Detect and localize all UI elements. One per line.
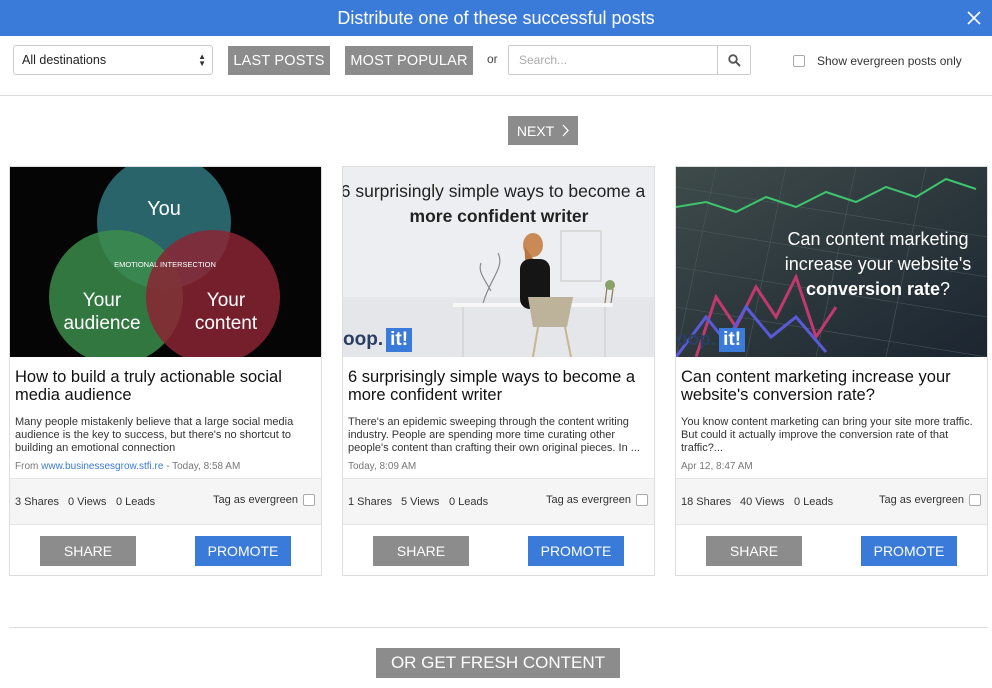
tag-evergreen-checkbox[interactable] <box>636 494 648 506</box>
tag-evergreen-label: Tag as evergreen <box>213 494 298 506</box>
tag-evergreen-label: Tag as evergreen <box>879 494 964 506</box>
tag-evergreen-checkbox[interactable] <box>969 494 981 506</box>
post-date: - Today, 8:58 AM <box>163 461 241 472</box>
thumb-line-2: increase your website's <box>785 254 972 274</box>
promote-button[interactable]: PROMOTE <box>528 536 624 566</box>
shares-count: 1 Shares <box>348 496 393 508</box>
post-card: Can content marketing increase your webs… <box>675 166 988 576</box>
post-title[interactable]: How to build a truly actionable social m… <box>15 368 315 404</box>
search-button[interactable] <box>717 46 750 74</box>
post-thumbnail[interactable]: You EMOTIONAL INTERSECTION Your audience… <box>10 167 321 357</box>
thumb-line-2: more confident writer <box>410 206 589 226</box>
post-stats: 3 Shares 0 Views 0 Leads Tag as evergree… <box>10 478 321 525</box>
venn-label-intersection: EMOTIONAL INTERSECTION <box>114 260 216 269</box>
shares-count: 18 Shares <box>681 496 732 508</box>
post-thumbnail[interactable]: 6 surprisingly simple ways to become a m… <box>343 167 654 357</box>
chevron-right-icon <box>562 124 570 137</box>
share-button[interactable]: SHARE <box>706 536 802 566</box>
next-button-label: NEXT <box>516 122 555 139</box>
post-date: Today, 8:09 AM <box>348 461 417 472</box>
last-posts-button[interactable]: LAST POSTS <box>228 46 330 75</box>
svg-text:conversion rate?: conversion rate? <box>806 279 950 299</box>
venn-label-audience-1: Your <box>83 290 122 311</box>
views-count: 5 Views <box>401 496 440 508</box>
scoopit-logo-it: it! <box>719 328 746 352</box>
search-icon <box>727 53 741 67</box>
select-arrows-icon: ▲ ▼ <box>198 52 206 68</box>
scoopit-logo: oop. it! <box>676 327 746 353</box>
post-description: Many people mistakenly believe that a la… <box>15 416 294 454</box>
leads-count: 0 Leads <box>449 496 489 508</box>
section-divider <box>9 627 988 628</box>
post-meta: Apr 12, 8:47 AM <box>681 461 753 472</box>
leads-count: 0 Leads <box>794 496 834 508</box>
scoopit-logo-text: oop. <box>676 329 717 350</box>
next-button[interactable]: NEXT <box>508 116 578 145</box>
scoopit-logo-it: it! <box>386 328 413 352</box>
promote-button[interactable]: PROMOTE <box>195 536 291 566</box>
views-count: 40 Views <box>740 496 785 508</box>
destination-select-value: All destinations <box>22 53 107 67</box>
scoopit-logo: oop. it! <box>343 327 413 353</box>
post-date: Apr 12, 8:47 AM <box>681 461 753 472</box>
thumb-line-1: Can content marketing <box>787 229 968 249</box>
post-description: There's an epidemic sweeping through the… <box>348 416 640 454</box>
or-label: or <box>487 52 498 66</box>
search-box <box>508 45 751 75</box>
venn-label-audience-2: audience <box>63 313 140 334</box>
close-icon[interactable] <box>964 8 984 28</box>
venn-label-content-2: content <box>195 313 258 334</box>
promote-button[interactable]: PROMOTE <box>861 536 957 566</box>
evergreen-filter-label: Show evergreen posts only <box>817 54 962 68</box>
scoopit-logo-text: oop. <box>343 329 384 350</box>
tag-evergreen[interactable]: Tag as evergreen <box>213 494 315 506</box>
post-meta: From www.businessesgrow.stfi.re - Today,… <box>15 461 240 472</box>
dialog-header: Distribute one of these successful posts <box>0 0 992 36</box>
post-source-link[interactable]: www.businessesgrow.stfi.re <box>41 461 163 472</box>
tag-evergreen-checkbox[interactable] <box>303 494 315 506</box>
venn-label-content-1: Your <box>207 290 246 311</box>
share-button[interactable]: SHARE <box>373 536 469 566</box>
post-card: 6 surprisingly simple ways to become a m… <box>342 166 655 576</box>
evergreen-filter-checkbox[interactable] <box>793 55 805 67</box>
post-meta: Today, 8:09 AM <box>348 461 416 472</box>
evergreen-filter[interactable]: Show evergreen posts only <box>793 54 962 68</box>
search-input[interactable] <box>509 46 718 74</box>
tag-evergreen[interactable]: Tag as evergreen <box>879 494 981 506</box>
post-stats: 1 Shares 5 Views 0 Leads Tag as evergree… <box>343 478 654 525</box>
share-button[interactable]: SHARE <box>40 536 136 566</box>
dialog-title: Distribute one of these successful posts <box>337 7 655 28</box>
destination-select[interactable]: All destinations ▲ ▼ <box>13 45 213 75</box>
thumb-line-3-end: ? <box>940 279 950 299</box>
thumb-line-1: 6 surprisingly simple ways to become a <box>343 181 645 201</box>
post-thumbnail[interactable]: Can content marketing increase your webs… <box>676 167 987 357</box>
post-title[interactable]: 6 surprisingly simple ways to become a m… <box>348 368 648 404</box>
get-fresh-content-button[interactable]: OR GET FRESH CONTENT <box>376 648 620 678</box>
most-popular-button[interactable]: MOST POPULAR <box>345 46 473 75</box>
thumb-line-3: conversion rate <box>806 279 940 299</box>
toolbar: All destinations ▲ ▼ LAST POSTS MOST POPU… <box>0 36 992 96</box>
views-count: 0 Views <box>68 496 107 508</box>
post-stats: 18 Shares 40 Views 0 Leads Tag as evergr… <box>676 478 987 525</box>
post-from-label: From <box>15 461 39 472</box>
shares-count: 3 Shares <box>15 496 60 508</box>
leads-count: 0 Leads <box>116 496 156 508</box>
post-description: You know content marketing can bring you… <box>681 416 973 454</box>
post-title[interactable]: Can content marketing increase your webs… <box>681 368 981 404</box>
tag-evergreen[interactable]: Tag as evergreen <box>546 494 648 506</box>
tag-evergreen-label: Tag as evergreen <box>546 494 631 506</box>
post-card: You EMOTIONAL INTERSECTION Your audience… <box>9 166 322 576</box>
venn-label-you: You <box>147 198 181 220</box>
